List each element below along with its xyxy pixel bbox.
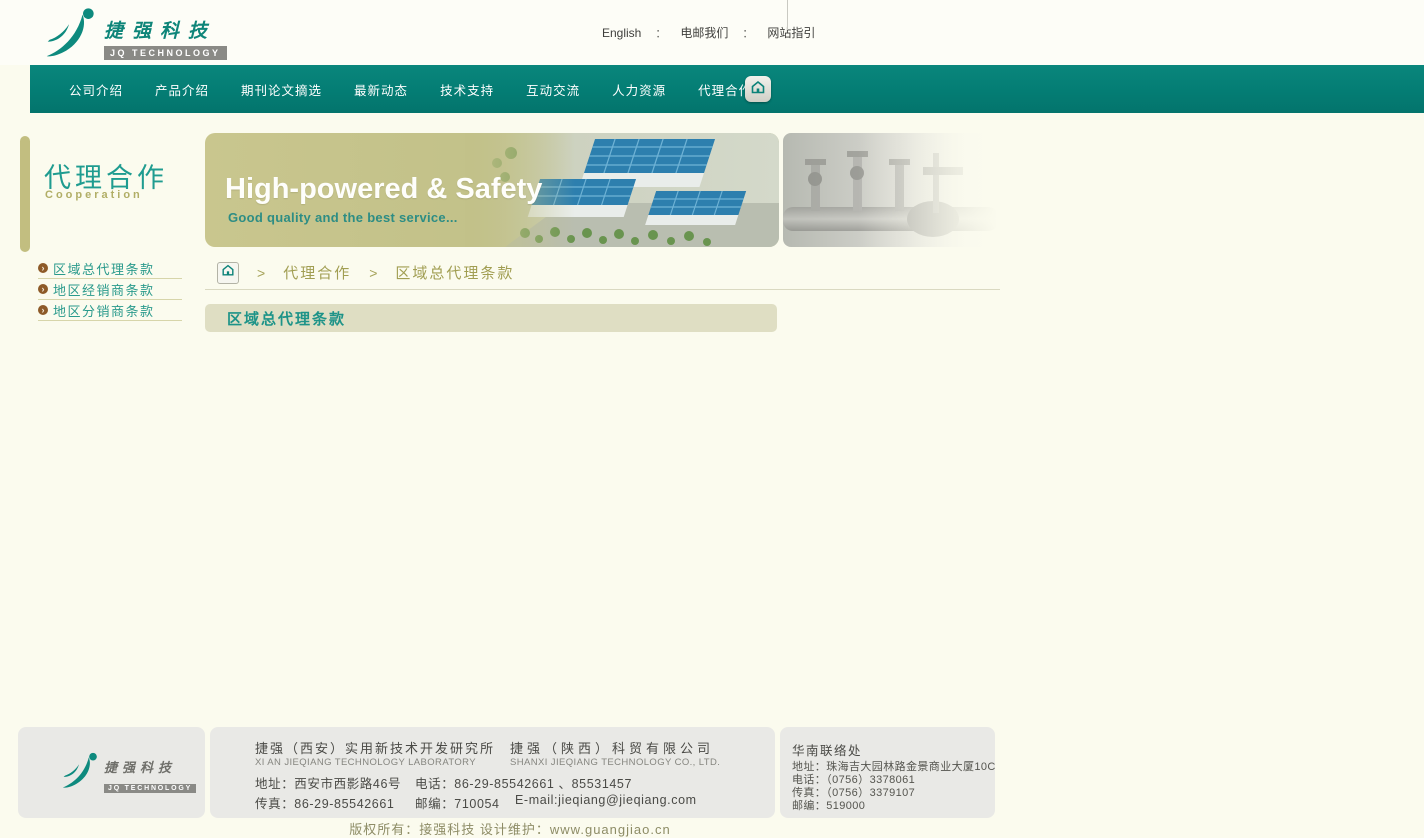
logo-swoosh-icon: [40, 6, 98, 63]
footer-company-cn-shanxi: 捷强（陕西）科贸有限公司: [510, 738, 714, 757]
header-links: English ： 电邮我们 ： 网站指引: [602, 24, 815, 41]
nav-item-hr[interactable]: 人力资源: [612, 80, 666, 99]
banner-side-image: [783, 133, 998, 247]
footer-company-en-shanxi: SHANXI JIEQIANG TECHNOLOGY CO., LTD.: [510, 757, 720, 768]
nav-item-interaction[interactable]: 互动交流: [526, 80, 580, 99]
logo-name-en: JQ TECHNOLOGY: [104, 46, 227, 60]
logo-swoosh-icon: [58, 751, 100, 794]
nav-item-company-intro[interactable]: 公司介绍: [69, 80, 123, 99]
home-icon: [221, 263, 235, 282]
banner-side-fade: [783, 133, 998, 247]
copyright-line: 版权所有：接强科技 设计维护：www.guangjiao.cn: [0, 819, 1020, 838]
copyright-text: 版权所有：接强科技 设计维护：: [349, 822, 550, 837]
footer-logo-box: 捷强科技 JQ TECHNOLOGY: [18, 727, 205, 818]
breadcrumb-cooperation[interactable]: 代理合作: [283, 262, 351, 283]
footer-logo: 捷强科技 JQ TECHNOLOGY: [58, 751, 196, 795]
south-office-zip: 邮编：519000: [792, 797, 865, 813]
south-office-title: 华南联络处: [792, 740, 862, 759]
footer-address: 地址：西安市西影路46号: [255, 773, 401, 792]
footer-company-cn-xian: 捷强（西安）实用新技术开发研究所: [255, 738, 495, 757]
sidebar-item-district-distributor[interactable]: › 地区分销商条款: [38, 300, 182, 321]
breadcrumb: > 代理合作 > 区域总代理条款: [205, 256, 1000, 290]
designer-site-link[interactable]: www.guangjiao.cn: [550, 822, 671, 837]
sidebar-accent-bar: [20, 136, 30, 252]
nav-item-journal-papers[interactable]: 期刊论文摘选: [241, 80, 322, 99]
header-link-separator: ：: [742, 25, 753, 41]
footer-logo-name-cn: 捷强科技: [104, 761, 176, 776]
logo-name-cn: 捷强科技: [104, 20, 216, 42]
header-divider: [787, 0, 788, 30]
footer-zipcode: 邮编：710054: [415, 793, 500, 812]
sidebar-item-district-dealer[interactable]: › 地区经销商条款: [38, 279, 182, 300]
banner-subline: Good quality and the best service...: [228, 210, 458, 225]
arrow-bullet-icon: ›: [38, 284, 48, 294]
nav-item-products[interactable]: 产品介绍: [155, 80, 209, 99]
nav-home-button[interactable]: [745, 76, 771, 102]
breadcrumb-current-page[interactable]: 区域总代理条款: [395, 262, 514, 283]
breadcrumb-home-button[interactable]: [217, 262, 239, 284]
footer-company-info-box: 捷强（西安）实用新技术开发研究所 捷强（陕西）科贸有限公司 XI AN JIEQ…: [210, 727, 775, 818]
footer-logo-name-en: JQ TECHNOLOGY: [104, 784, 196, 793]
breadcrumb-separator: >: [257, 265, 265, 281]
header-link-site-guide[interactable]: 网站指引: [767, 24, 815, 41]
content-title-bar: 区域总代理条款: [205, 304, 777, 332]
sidebar-section-subtitle: Cooperation: [45, 189, 143, 201]
footer-company-en-xian: XI AN JIEQIANG TECHNOLOGY LABORATORY: [255, 757, 476, 768]
footer-south-office-box: 华南联络处 地址：珠海吉大园林路金景商业大厦10C 电话：（0756）33780…: [780, 727, 995, 818]
header-link-email-us[interactable]: 电邮我们: [680, 24, 728, 41]
company-logo: 捷强科技 JQ TECHNOLOGY: [40, 6, 227, 63]
footer-email: E-mail:jieqiang@jieqiang.com: [515, 793, 697, 807]
sidebar-item-regional-general-agent[interactable]: › 区域总代理条款: [38, 258, 182, 279]
nav-item-news[interactable]: 最新动态: [354, 80, 408, 99]
arrow-bullet-icon: ›: [38, 305, 48, 315]
footer-phone: 电话：86-29-85542661 、85531457: [415, 773, 632, 792]
main-nav: 公司介绍 产品介绍 期刊论文摘选 最新动态 技术支持 互动交流 人力资源 代理合…: [30, 65, 1424, 113]
arrow-bullet-icon: ›: [38, 263, 48, 273]
nav-item-tech-support[interactable]: 技术支持: [440, 80, 494, 99]
breadcrumb-separator: >: [369, 265, 377, 281]
home-icon: [750, 79, 766, 100]
header-link-separator: ：: [655, 25, 666, 41]
banner-headline: High-powered & Safety: [225, 173, 542, 206]
page-header: 捷强科技 JQ TECHNOLOGY English ： 电邮我们 ： 网站指引: [0, 0, 1424, 65]
footer-fax: 传真：86-29-85542661: [255, 793, 394, 812]
sidebar-menu: › 区域总代理条款 › 地区经销商条款 › 地区分销商条款: [38, 258, 182, 321]
banner-image: High-powered & Safety Good quality and t…: [205, 133, 779, 247]
page-title: 区域总代理条款: [227, 308, 346, 329]
header-link-english[interactable]: English: [602, 26, 641, 40]
